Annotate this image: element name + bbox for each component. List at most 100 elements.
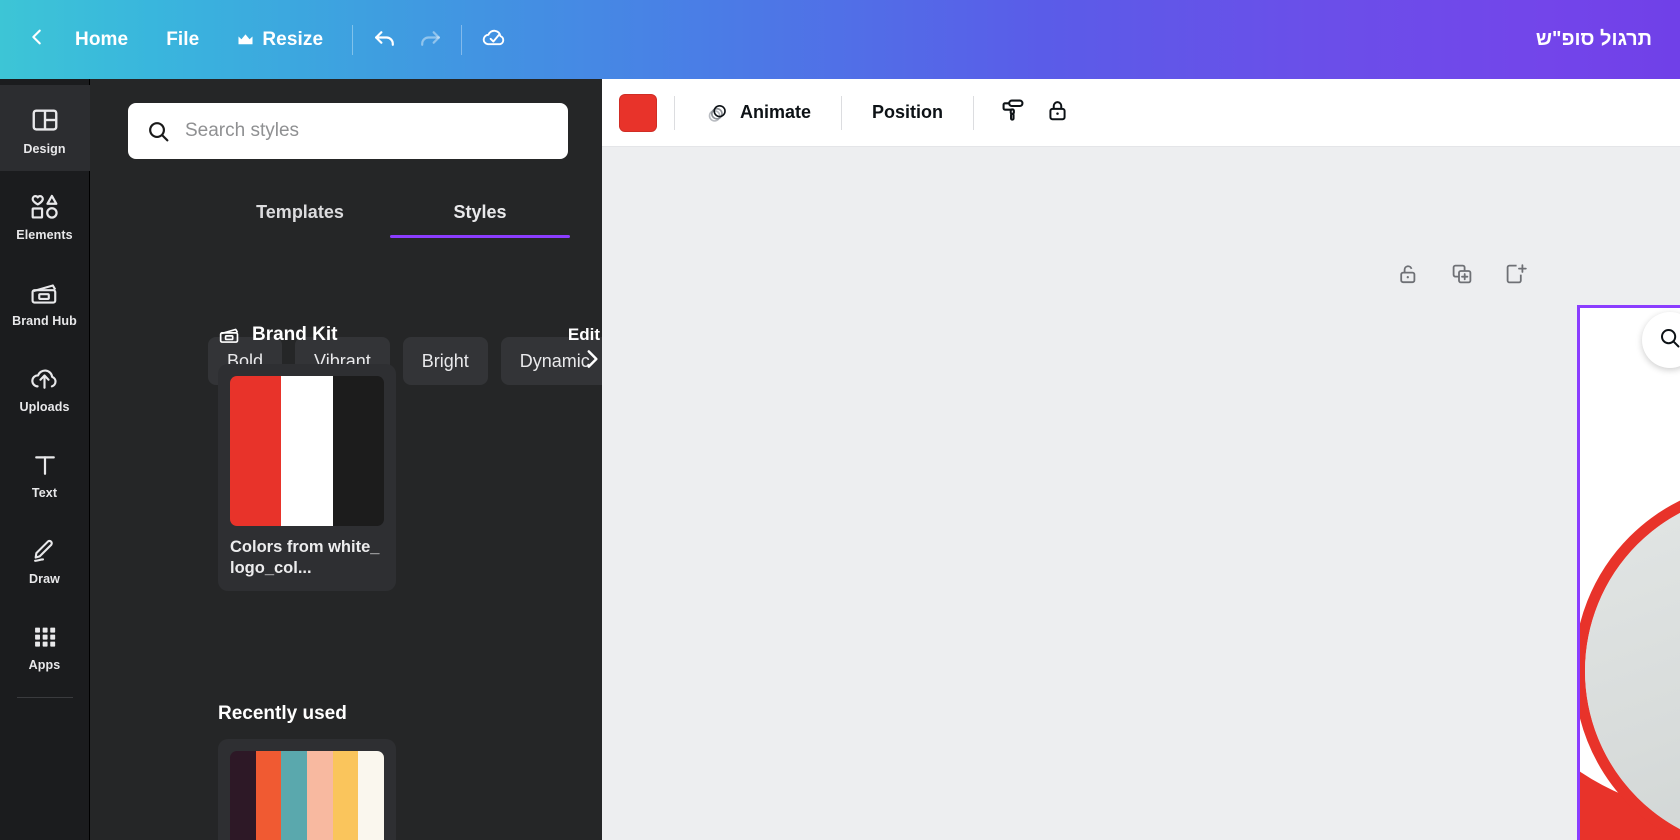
toolbar-divider — [352, 24, 354, 55]
search-placeholder: Search styles — [185, 120, 300, 141]
left-rail: Design Elements Brand Hub Uploads Text D… — [0, 79, 90, 840]
rail-divider — [16, 697, 73, 698]
duplicate-page-button[interactable] — [1450, 262, 1474, 291]
panel-tabs: Templates Styles — [210, 186, 570, 238]
element-color-swatch-button[interactable] — [619, 93, 657, 132]
sidebar-item-design[interactable]: Design — [0, 85, 90, 171]
brand-kit-palette-card[interactable]: Colors from white_logo_col... — [218, 364, 396, 592]
swatch-teal — [281, 751, 308, 840]
paint-roller-icon — [1000, 97, 1026, 128]
copy-style-button[interactable] — [991, 91, 1035, 135]
sidebar-item-elements[interactable]: Elements — [0, 171, 90, 257]
top-bar-left-group: Home File Resize — [0, 0, 516, 79]
redo-icon — [417, 25, 442, 55]
sidebar-label-apps: Apps — [28, 657, 61, 672]
sidebar-label-uploads: Uploads — [19, 399, 70, 414]
unlock-icon — [1396, 262, 1420, 291]
text-icon — [31, 445, 59, 479]
sidebar-label-brand-hub: Brand Hub — [12, 313, 77, 328]
undo-button[interactable] — [363, 18, 407, 62]
back-button[interactable] — [18, 21, 56, 59]
swatch-black — [332, 376, 384, 526]
resize-button[interactable]: Resize — [218, 19, 342, 61]
tab-templates[interactable]: Templates — [210, 186, 390, 238]
file-label: File — [166, 28, 200, 50]
photo-background — [1585, 492, 1680, 840]
chevron-right-icon — [579, 346, 602, 377]
add-page-button[interactable] — [1504, 262, 1528, 291]
uploads-icon — [29, 359, 60, 393]
cloud-save-status-button[interactable] — [472, 18, 516, 62]
swatch-white — [281, 376, 333, 526]
search-icon — [146, 119, 171, 144]
search-styles-field[interactable]: Search styles — [128, 103, 568, 159]
sidebar-label-draw: Draw — [29, 571, 60, 586]
add-page-icon — [1504, 262, 1528, 291]
context-toolbar: Animate Position — [602, 79, 1680, 147]
file-menu-button[interactable]: File — [147, 19, 218, 61]
search-icon — [1658, 326, 1680, 355]
brand-kit-card-caption: Colors from white_logo_col... — [230, 538, 380, 578]
tab-styles-label: Styles — [453, 201, 507, 222]
sidebar-item-draw[interactable]: Draw — [0, 515, 90, 601]
sidebar-label-design: Design — [23, 141, 66, 156]
chip-bright-label: Bright — [421, 350, 469, 371]
recently-used-title: Recently used — [218, 703, 347, 724]
brand-hub-icon — [29, 273, 60, 307]
canva-editor-window: Home File Resize תרגול סופ"ש Design Elem… — [0, 0, 1680, 840]
animate-label: Animate — [740, 102, 812, 122]
page-tools-group — [1396, 262, 1528, 291]
elements-icon — [29, 187, 61, 221]
design-icon — [30, 101, 60, 135]
resize-label: Resize — [262, 28, 324, 50]
lock-icon — [1045, 98, 1070, 128]
brand-kit-swatches — [230, 376, 384, 526]
unlock-page-button[interactable] — [1396, 262, 1420, 291]
position-button[interactable]: Position — [859, 92, 956, 134]
sidebar-item-apps[interactable]: Apps — [0, 601, 90, 687]
top-bar: Home File Resize תרגול סופ"ש — [0, 0, 1680, 79]
editor-area: Animate Position — [602, 79, 1680, 840]
swatch-yellow — [332, 751, 359, 840]
sidebar-item-text[interactable]: Text — [0, 429, 90, 515]
home-button[interactable]: Home — [56, 19, 147, 61]
animate-button[interactable]: Animate — [692, 92, 824, 134]
swatch-peach — [307, 751, 333, 840]
styles-panel: Search styles Templates Styles Bold Vibr… — [90, 79, 602, 840]
brand-kit-header: Brand Kit Edit — [218, 321, 602, 349]
active-tab-underline — [390, 235, 570, 238]
cloud-saved-icon — [480, 23, 509, 57]
sidebar-item-brand-hub[interactable]: Brand Hub — [0, 257, 90, 343]
lock-button[interactable] — [1035, 91, 1079, 135]
design-page[interactable]: תרגול סופ"ש متحمّس מִתְחַמֵּס נרגש, מתלה… — [1580, 308, 1680, 840]
redo-button[interactable] — [407, 18, 451, 62]
home-label: Home — [75, 28, 129, 50]
recently-used-palette-card[interactable]: Moontime — [218, 739, 396, 840]
swatch-dark-plum — [230, 751, 256, 840]
brand-kit-edit-button[interactable]: Edit — [568, 325, 602, 345]
chevron-left-icon — [26, 26, 48, 53]
toolbar-divider-2 — [461, 24, 463, 55]
sidebar-label-elements: Elements — [16, 227, 73, 242]
design-canvas-selection[interactable]: תרגול סופ"ש متحمّس מִתְחַמֵּס נרגש, מתלה… — [1577, 305, 1680, 840]
toolbar-divider-3 — [973, 95, 975, 130]
toolbar-divider-2 — [841, 95, 843, 130]
tab-templates-label: Templates — [256, 201, 344, 222]
duplicate-page-icon — [1450, 262, 1474, 291]
swatch-orange — [255, 751, 282, 840]
sidebar-item-uploads[interactable]: Uploads — [0, 343, 90, 429]
toolbar-divider — [674, 95, 675, 130]
animate-icon — [705, 100, 730, 125]
apps-icon — [31, 617, 59, 651]
brand-kit-title: Brand Kit — [252, 324, 338, 345]
design-title[interactable]: תרגול סופ"ש — [1536, 28, 1680, 51]
position-label: Position — [872, 102, 944, 122]
draw-icon — [30, 531, 60, 565]
undo-icon — [373, 25, 398, 55]
crown-icon — [237, 33, 254, 47]
tab-styles[interactable]: Styles — [390, 186, 570, 238]
brand-hub-icon — [218, 325, 241, 345]
photo-frame[interactable] — [1580, 481, 1680, 840]
avatar — [1585, 492, 1680, 840]
recently-used-swatches — [230, 751, 384, 840]
